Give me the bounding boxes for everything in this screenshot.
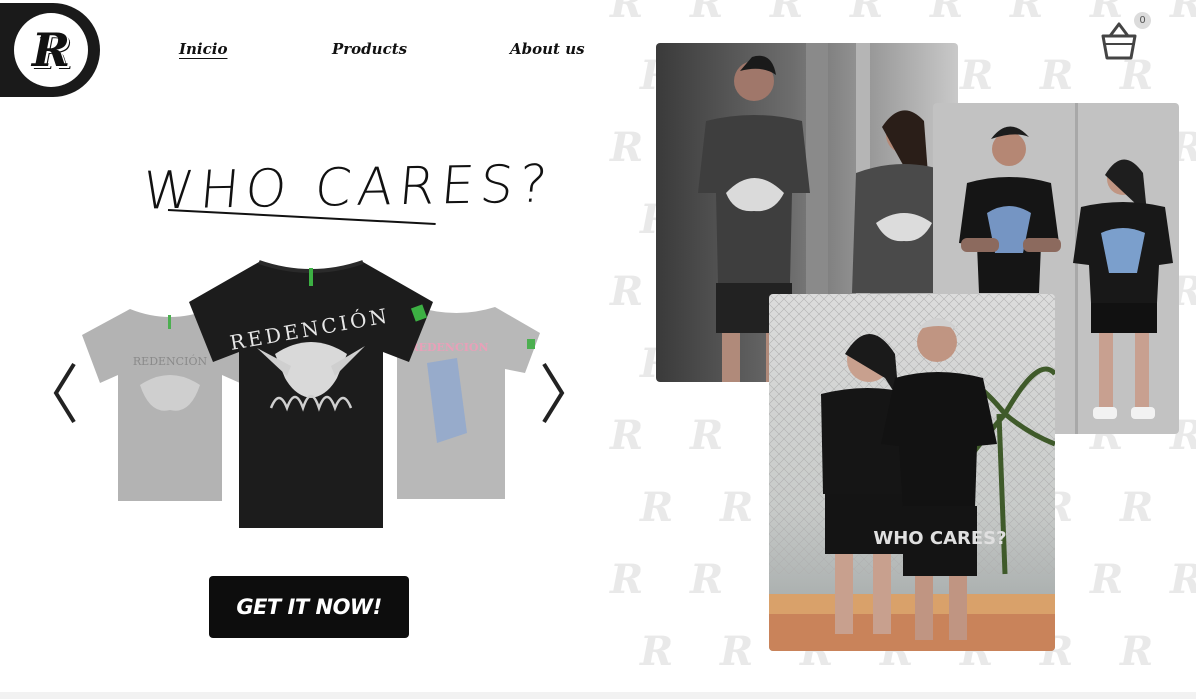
logo-badge: R [14,13,88,87]
watermark-logo: R [1120,484,1153,531]
watermark-logo: R [690,556,723,603]
logo-letter: R [31,23,71,77]
watermark-logo: R [1090,556,1123,603]
watermark-logo: R [1120,628,1153,675]
watermark-logo: R [720,484,753,531]
watermark-logo: R [960,52,993,99]
chevron-left-icon [53,362,76,424]
watermark-logo: R [1170,556,1196,603]
watermark-logo: R [1040,52,1073,99]
page-bottom-divider [0,692,1196,699]
watermark-logo: R [1010,0,1043,27]
brand-logo[interactable]: R [0,3,100,97]
shorts-print-text: WHO CARES? [873,528,1006,549]
watermark-logo: R [640,484,673,531]
nav-link-products[interactable]: Products [332,40,407,58]
watermark-logo: R [640,628,673,675]
watermark-logo: R [610,268,643,315]
watermark-logo: R [690,0,723,27]
watermark-logo: R [610,556,643,603]
watermark-logo: R [930,0,963,27]
watermark-logo: R [850,0,883,27]
lookbook-photo-3[interactable]: WHO CARES? [769,294,1055,651]
carousel-next-button[interactable] [538,358,568,428]
watermark-logo: R [720,628,753,675]
watermark-logo: R [770,0,803,27]
watermark-logo: R [690,412,723,459]
watermark-logo: R [1170,0,1196,27]
carousel-item-active[interactable]: REDENCIÓN [187,258,435,534]
watermark-logo: R [610,412,643,459]
carousel-prev-button[interactable] [50,358,80,428]
chevron-right-icon [542,362,565,424]
nav-link-about-us[interactable]: About us [510,40,585,58]
watermark-logo: R [610,0,643,27]
watermark-logo: R [610,124,643,171]
nav-link-inicio[interactable]: Inicio [179,40,227,58]
get-it-now-button[interactable]: GET IT NOW! [209,576,409,638]
cart-count-badge: 0 [1134,12,1151,29]
